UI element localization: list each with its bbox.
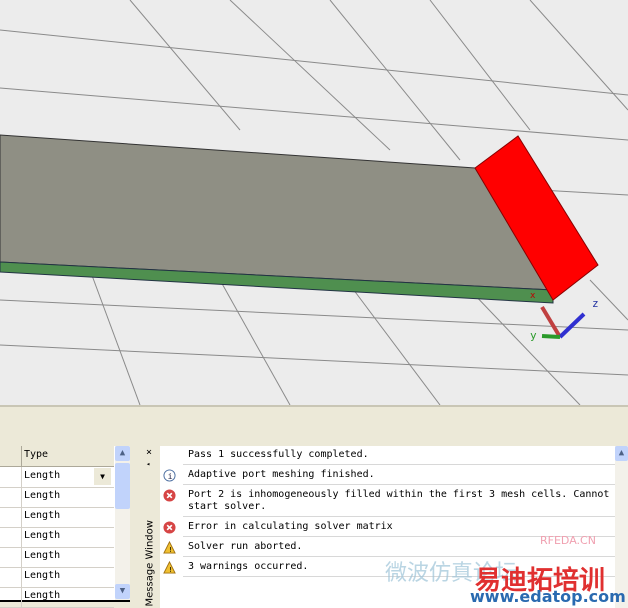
svg-text:y: y	[530, 329, 537, 342]
table-row[interactable]: Length	[0, 487, 114, 508]
scroll-down-icon[interactable]: ▼	[115, 584, 130, 599]
toolbar-area	[0, 405, 628, 447]
table-row[interactable]: Length	[0, 507, 114, 528]
error-icon	[163, 489, 176, 502]
scroll-thumb[interactable]	[115, 463, 130, 509]
table-row[interactable]: Length ▼	[0, 467, 114, 488]
table-row[interactable]: Length	[0, 567, 114, 588]
table-scrollbar[interactable]: ▲ ▼	[115, 446, 130, 600]
scroll-up-icon[interactable]: ▲	[615, 446, 628, 461]
message-window-title: Message Window	[144, 520, 156, 607]
message-scrollbar[interactable]: ▲	[615, 446, 628, 608]
parameter-table[interactable]: Type Length ▼ Length Length Length Length…	[0, 446, 130, 608]
svg-text:i: i	[168, 471, 173, 481]
close-icon[interactable]: ×	[146, 447, 152, 458]
chevron-down-icon[interactable]: ▼	[94, 468, 111, 485]
svg-text:z: z	[592, 297, 599, 310]
warning-icon: !	[163, 541, 176, 554]
column-type[interactable]: Type	[24, 449, 48, 460]
3d-view[interactable]: y z x	[0, 0, 628, 405]
svg-text:!: !	[168, 565, 172, 574]
table-row[interactable]: Length	[0, 587, 114, 608]
error-icon	[163, 521, 176, 534]
svg-text:!: !	[168, 545, 172, 554]
scroll-up-icon[interactable]: ▲	[115, 446, 130, 461]
watermark-url: www.edatop.com	[470, 587, 626, 606]
warning-icon: !	[163, 561, 176, 574]
watermark-rfeda: RFEDA.CN	[540, 534, 596, 547]
svg-text:x: x	[530, 291, 536, 301]
table-row[interactable]: Length	[0, 527, 114, 548]
pin-icon[interactable]: ◂	[146, 460, 150, 468]
table-header: Type	[0, 446, 114, 467]
info-icon: i	[163, 469, 176, 482]
message-window-tab: × ◂ Message Window	[140, 446, 160, 608]
table-row[interactable]: Length	[0, 547, 114, 568]
